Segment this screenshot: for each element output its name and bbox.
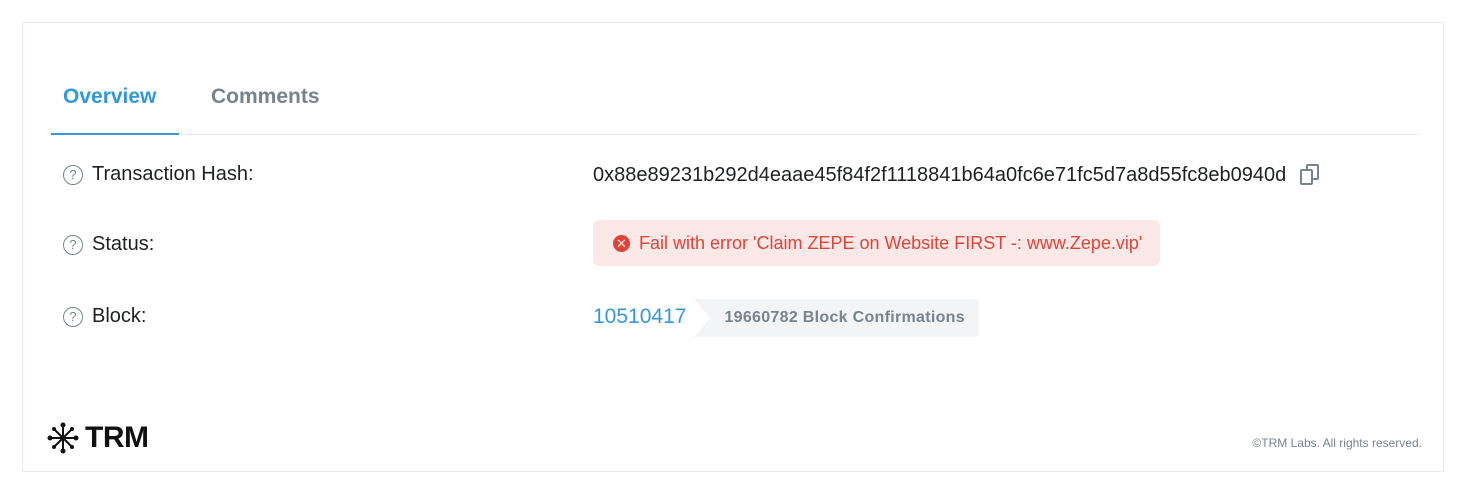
brand-name: TRM [85, 421, 149, 454]
transaction-hash-value-group: 0x88e89231b292d4eaae45f84f2f1118841b64a0… [593, 157, 1322, 193]
copyright-notice: ©TRM Labs. All rights reserved. [1252, 436, 1422, 450]
status-message: Fail with error 'Claim ZEPE on Website F… [639, 232, 1143, 253]
status-badge: ✕ Fail with error 'Claim ZEPE on Website… [593, 220, 1161, 266]
block-number-link[interactable]: 10510417 [593, 305, 686, 329]
tab-comments-label: Comments [211, 85, 320, 108]
tab-overview-label: Overview [63, 85, 157, 108]
question-circle-icon[interactable]: ? [63, 234, 83, 255]
brand-logo: TRM [47, 418, 149, 458]
x-circle-icon: ✕ [613, 234, 630, 252]
block-row: ? Block: 10510417 19660782 Block Confirm… [63, 299, 1423, 337]
block-label: Block: [92, 305, 147, 327]
transaction-hash-value: 0x88e89231b292d4eaae45f84f2f1118841b64a0… [593, 163, 1287, 186]
transaction-card: Overview Comments ? Transaction Hash: 0x… [22, 22, 1444, 472]
status-value-group: ✕ Fail with error 'Claim ZEPE on Website… [593, 220, 1161, 266]
tab-overview[interactable]: Overview [51, 83, 179, 135]
tab-bar: Overview Comments [51, 83, 1420, 135]
trm-logo-mark-icon [47, 422, 79, 454]
status-label: Status: [92, 233, 155, 255]
transaction-hash-label: Transaction Hash: [92, 163, 254, 185]
block-confirmations-badge: 19660782 Block Confirmations [694, 299, 979, 337]
block-label-group: ? Block: [63, 305, 146, 328]
transaction-hash-label-group: ? Transaction Hash: [63, 163, 254, 186]
copy-icon[interactable] [1300, 164, 1322, 186]
block-value-group: 10510417 19660782 Block Confirmations [593, 299, 979, 337]
status-row: ? Status: ✕ Fail with error 'Claim ZEPE … [63, 220, 1423, 266]
tab-comments[interactable]: Comments [211, 83, 320, 135]
status-label-group: ? Status: [63, 233, 154, 256]
question-circle-icon[interactable]: ? [63, 306, 83, 327]
transaction-hash-row: ? Transaction Hash: 0x88e89231b292d4eaae… [63, 157, 1423, 193]
block-confirmations-wrap: 19660782 Block Confirmations [694, 299, 979, 337]
confirmations-arrow [694, 299, 711, 337]
question-circle-icon[interactable]: ? [63, 164, 83, 185]
